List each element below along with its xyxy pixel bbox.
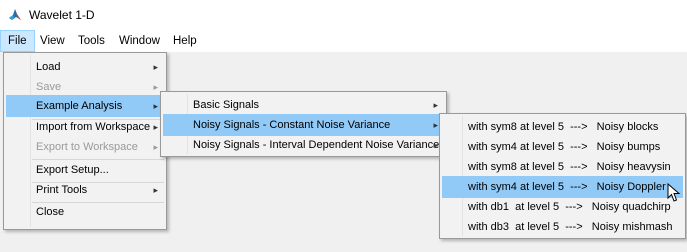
menu-item-noisy-mishmash[interactable]: with db3 at level 5 ---> Noisy mishmash (442, 216, 683, 238)
submenu-arrow-icon: ▸ (433, 140, 438, 150)
matlab-icon (9, 9, 21, 20)
menu-item-label: with sym8 at level 5 ---> Noisy blocks (468, 121, 659, 133)
submenu-arrow-icon: ▸ (433, 120, 438, 130)
submenu-arrow-icon: ▸ (153, 122, 158, 132)
menu-item-label: Export to Workspace (36, 141, 138, 153)
menu-item-export-to-workspace: Export to Workspace ▸ (6, 136, 164, 158)
menu-item-noisy-blocks[interactable]: with sym8 at level 5 ---> Noisy blocks (442, 116, 683, 138)
menu-item-close[interactable]: Close (6, 201, 164, 223)
menu-item-label: with sym4 at level 5 ---> Noisy Doppler (468, 181, 666, 193)
submenu-arrow-icon: ▸ (153, 185, 158, 195)
mouse-pointer-icon (667, 183, 681, 202)
menu-item-label: Close (36, 206, 65, 218)
menu-item-label: Import from Workspace (36, 121, 151, 133)
file-menu: Load ▸ Save ▸ Example Analysis ▸ Import … (3, 52, 167, 230)
menu-bar: File View Tools Window Help (0, 30, 687, 52)
menu-item-label: Basic Signals (193, 99, 260, 111)
menu-item-label: Export Setup... (36, 164, 109, 176)
menu-item-noisy-constant-variance[interactable]: Noisy Signals - Constant Noise Variance … (163, 114, 444, 136)
title-bar: Wavelet 1-D (0, 0, 687, 30)
menu-item-label: Noisy Signals - Constant Noise Variance (193, 119, 391, 131)
menu-item-label: with db3 at level 5 ---> Noisy mishmash (468, 221, 673, 233)
submenu-arrow-icon: ▸ (153, 62, 158, 72)
menu-item-label: Example Analysis (36, 100, 123, 112)
submenu-arrow-icon: ▸ (153, 142, 158, 152)
submenu-arrow-icon: ▸ (433, 100, 438, 110)
menu-item-label: with sym8 at level 5 ---> Noisy heavysin (468, 161, 671, 173)
menu-item-noisy-quadchirp[interactable]: with db1 at level 5 ---> Noisy quadchirp (442, 196, 683, 218)
menu-item-label: Save (36, 81, 62, 93)
menu-file[interactable]: File (0, 30, 35, 52)
menu-item-example-analysis[interactable]: Example Analysis ▸ (6, 95, 164, 117)
menu-item-export-setup[interactable]: Export Setup... (6, 159, 164, 181)
menu-item-load[interactable]: Load ▸ (6, 56, 164, 78)
menu-view[interactable]: View (33, 30, 72, 52)
menu-item-noisy-interval-dependent[interactable]: Noisy Signals - Interval Dependent Noise… (163, 134, 444, 156)
menu-item-label: Load (36, 61, 61, 73)
menu-help[interactable]: Help (166, 30, 204, 52)
menu-item-basic-signals[interactable]: Basic Signals ▸ (163, 94, 444, 116)
menu-item-label: Noisy Signals - Interval Dependent Noise… (193, 139, 440, 151)
menu-item-label: Print Tools (36, 184, 88, 196)
window-title: Wavelet 1-D (29, 8, 95, 22)
menu-tools[interactable]: Tools (71, 30, 112, 52)
menu-item-label: with db1 at level 5 ---> Noisy quadchirp (468, 201, 671, 213)
menu-item-noisy-heavysin[interactable]: with sym8 at level 5 ---> Noisy heavysin (442, 156, 683, 178)
example-analysis-submenu: Basic Signals ▸ Noisy Signals - Constant… (160, 91, 447, 157)
submenu-arrow-icon: ▸ (153, 101, 158, 111)
menu-item-label: with sym4 at level 5 ---> Noisy bumps (468, 141, 661, 153)
noisy-signals-submenu: with sym8 at level 5 ---> Noisy blocks w… (439, 113, 686, 239)
menu-item-noisy-doppler[interactable]: with sym4 at level 5 ---> Noisy Doppler (442, 176, 683, 198)
menu-item-print-tools[interactable]: Print Tools ▸ (6, 179, 164, 201)
menu-item-noisy-bumps[interactable]: with sym4 at level 5 ---> Noisy bumps (442, 136, 683, 158)
menu-window[interactable]: Window (112, 30, 167, 52)
menu-item-import-from-workspace[interactable]: Import from Workspace ▸ (6, 116, 164, 138)
